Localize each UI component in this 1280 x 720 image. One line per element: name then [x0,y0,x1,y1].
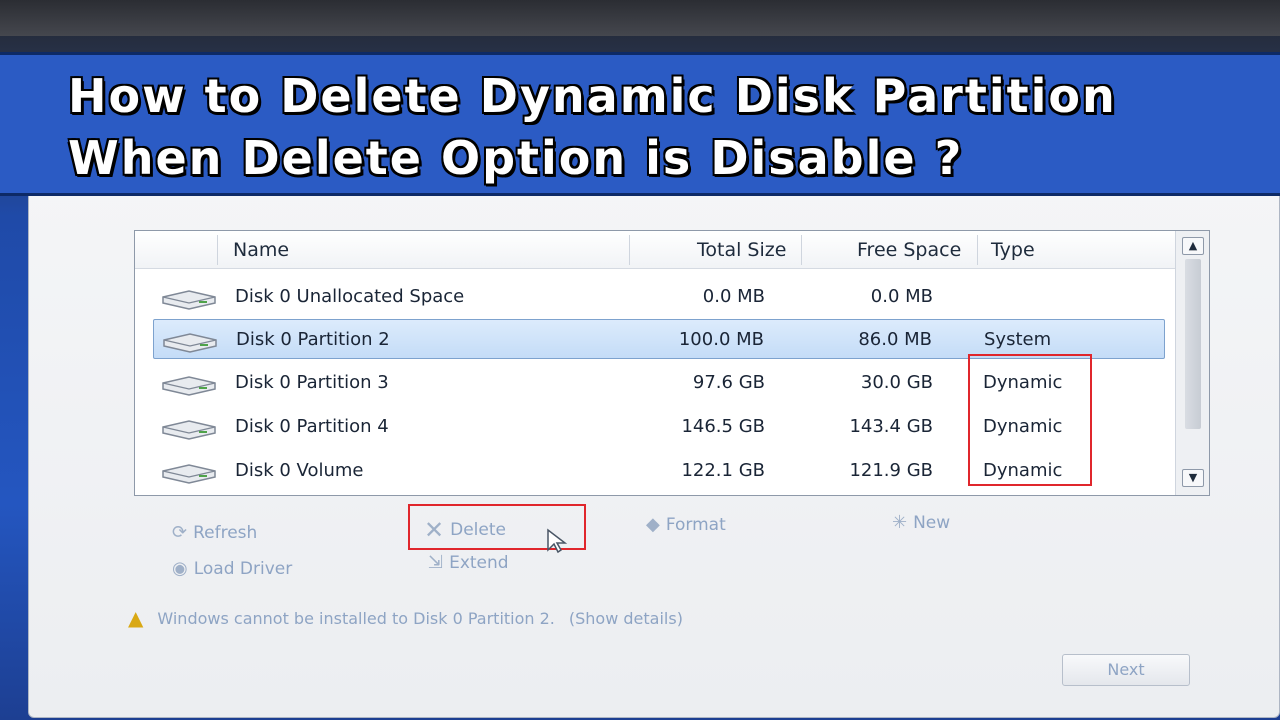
row-free-space: 0.0 MB [870,286,933,307]
refresh-label: Refresh [193,522,258,543]
column-header-free-space[interactable]: Free Space [857,239,961,261]
banner-title-line-1: How to Delete Dynamic Disk Partition [68,69,1117,123]
refresh-icon: ⟳ [172,522,188,543]
new-sparkle-icon: ✳ [892,512,908,533]
warning-text: Windows cannot be installed to Disk 0 Pa… [157,608,555,628]
hard-disk-icon [162,420,216,440]
table-row-selected[interactable]: Disk 0 Partition 2 100.0 MB 86.0 MB Syst… [153,319,1165,359]
new-action[interactable]: ✳ New [892,512,950,533]
format-action[interactable]: ◆ Format [646,514,726,535]
column-separator [629,235,630,265]
load-driver-label: Load Driver [193,558,293,579]
column-separator [801,235,802,265]
new-label: New [913,512,951,533]
monitor-bezel [0,0,1280,36]
format-label: Format [665,514,726,535]
scroll-thumb[interactable] [1185,259,1201,429]
column-header-type[interactable]: Type [991,239,1035,261]
hard-disk-icon [162,464,216,484]
row-name: Disk 0 Unallocated Space [235,286,465,307]
load-driver-action[interactable]: ◉ Load Driver [172,558,292,579]
row-name: Disk 0 Partition 4 [235,416,389,437]
format-eraser-icon: ◆ [646,514,660,535]
refresh-action[interactable]: ⟳ Refresh [172,522,257,543]
load-driver-disc-icon: ◉ [172,558,188,579]
scroll-up-arrow-icon[interactable]: ▲ [1182,237,1204,255]
column-separator [217,235,218,265]
dynamic-type-highlight-box [968,354,1092,486]
next-button[interactable]: Next [1062,654,1190,686]
warning-triangle-icon: ▲ [128,606,144,630]
hard-disk-icon [162,376,216,396]
hard-disk-icon [162,290,216,310]
extend-action[interactable]: ⇲ Extend [428,552,509,573]
row-total-size: 122.1 GB [681,460,765,481]
row-name: Disk 0 Partition 2 [236,329,390,350]
scroll-down-arrow-icon[interactable]: ▼ [1182,469,1204,487]
row-free-space: 86.0 MB [858,329,932,350]
row-name: Disk 0 Partition 3 [235,372,389,393]
extend-icon: ⇲ [428,552,444,573]
column-header-name[interactable]: Name [233,239,289,261]
row-total-size: 97.6 GB [692,372,765,393]
table-header: Name Total Size Free Space Type [135,231,1175,269]
row-total-size: 146.5 GB [681,416,765,437]
banner-title-line-2: When Delete Option is Disable ? [68,131,964,185]
hard-disk-icon [163,333,217,353]
extend-label: Extend [449,552,509,573]
row-free-space: 30.0 GB [860,372,933,393]
table-scrollbar[interactable]: ▲ ▼ [1175,231,1209,495]
column-separator [977,235,978,265]
table-row[interactable]: Disk 0 Unallocated Space 0.0 MB 0.0 MB [153,277,1165,317]
row-free-space: 121.9 GB [849,460,933,481]
row-free-space: 143.4 GB [849,416,933,437]
column-header-total-size[interactable]: Total Size [697,239,786,261]
mouse-cursor-icon [547,528,568,554]
show-details-link[interactable]: (Show details) [569,609,683,628]
row-total-size: 100.0 MB [678,329,764,350]
install-warning: ▲ Windows cannot be installed to Disk 0 … [128,606,683,630]
title-banner: How to Delete Dynamic Disk Partition Whe… [0,52,1280,196]
row-total-size: 0.0 MB [702,286,765,307]
row-name: Disk 0 Volume [235,460,364,481]
row-type: System [984,329,1052,350]
